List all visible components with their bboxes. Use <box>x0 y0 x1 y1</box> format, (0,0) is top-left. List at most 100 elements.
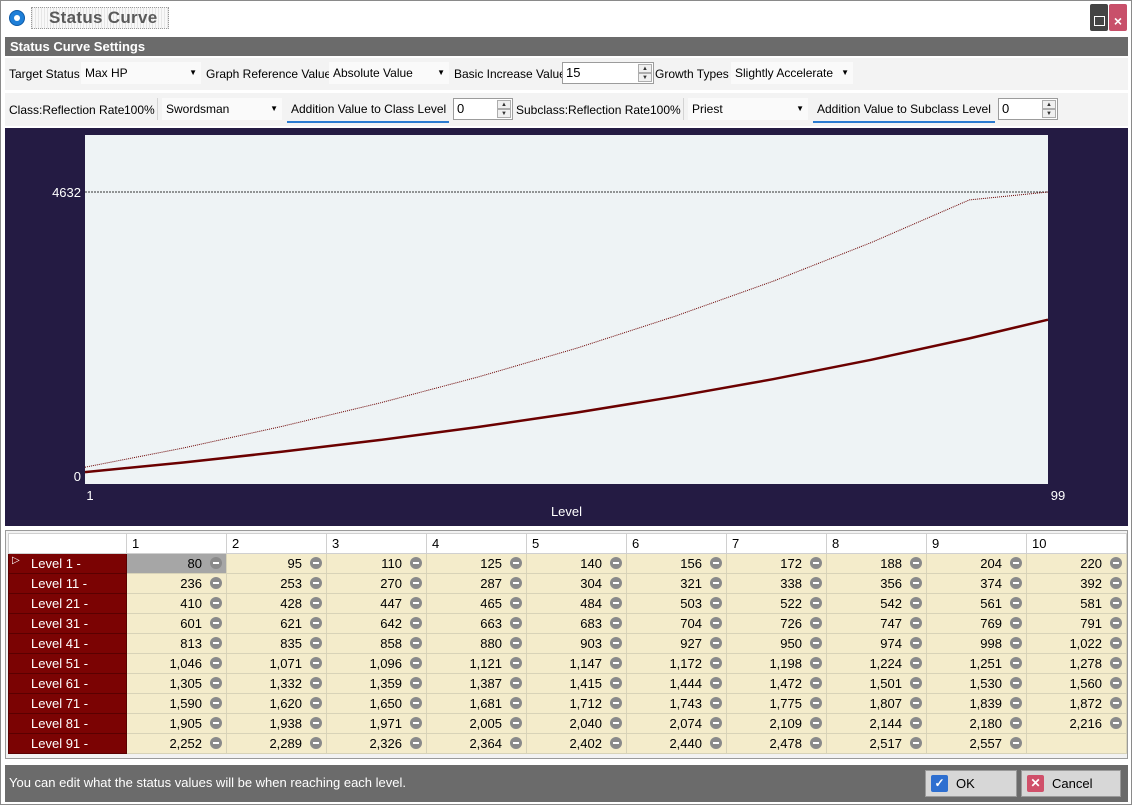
minus-icon[interactable] <box>710 677 722 689</box>
table-cell[interactable]: 858 <box>326 633 427 654</box>
row-header[interactable]: Level 21 - <box>8 593 127 614</box>
minus-icon[interactable] <box>510 657 522 669</box>
maximize-button[interactable] <box>1090 4 1108 31</box>
minus-icon[interactable] <box>210 657 222 669</box>
table-cell[interactable]: 1,198 <box>726 653 827 674</box>
table-cell[interactable]: 95 <box>226 553 327 574</box>
basic-increase-stepper[interactable]: 15 ▲ ▼ <box>562 62 654 84</box>
close-button[interactable]: × <box>1109 4 1127 31</box>
table-cell[interactable]: 704 <box>626 613 727 634</box>
table-cell[interactable]: 2,289 <box>226 733 327 754</box>
table-cell[interactable]: 1,560 <box>1026 673 1127 694</box>
table-cell[interactable]: 1,905 <box>126 713 227 734</box>
table-cell[interactable]: 410 <box>126 593 227 614</box>
minus-icon[interactable] <box>910 557 922 569</box>
minus-icon[interactable] <box>510 557 522 569</box>
class-addition-stepper[interactable]: 0 ▲ ▼ <box>453 98 513 120</box>
table-cell[interactable]: 1,775 <box>726 693 827 714</box>
minus-icon[interactable] <box>910 697 922 709</box>
minus-icon[interactable] <box>1010 617 1022 629</box>
table-cell[interactable]: 1,096 <box>326 653 427 674</box>
table-cell[interactable]: 374 <box>926 573 1027 594</box>
table-cell[interactable]: 1,415 <box>526 673 627 694</box>
table-cell[interactable]: 220 <box>1026 553 1127 574</box>
class-addition-label[interactable]: Addition Value to Class Level <box>287 95 449 123</box>
table-cell[interactable]: 1,121 <box>426 653 527 674</box>
table-cell[interactable]: 236 <box>126 573 227 594</box>
minus-icon[interactable] <box>910 717 922 729</box>
row-header[interactable]: Level 61 - <box>8 673 127 694</box>
table-cell[interactable]: 880 <box>426 633 527 654</box>
subclass-addition-stepper[interactable]: 0 ▲ ▼ <box>998 98 1058 120</box>
table-cell[interactable]: 2,216 <box>1026 713 1127 734</box>
minus-icon[interactable] <box>310 677 322 689</box>
minus-icon[interactable] <box>1010 697 1022 709</box>
minus-icon[interactable] <box>910 657 922 669</box>
minus-icon[interactable] <box>610 737 622 749</box>
row-header[interactable]: Level 81 - <box>8 713 127 734</box>
minus-icon[interactable] <box>610 677 622 689</box>
minus-icon[interactable] <box>710 617 722 629</box>
minus-icon[interactable] <box>710 577 722 589</box>
table-cell[interactable]: 663 <box>426 613 527 634</box>
minus-icon[interactable] <box>1110 577 1122 589</box>
minus-icon[interactable] <box>610 697 622 709</box>
table-cell[interactable]: 484 <box>526 593 627 614</box>
table-cell[interactable]: 172 <box>726 553 827 574</box>
table-cell[interactable]: 1,839 <box>926 693 1027 714</box>
minus-icon[interactable] <box>810 577 822 589</box>
minus-icon[interactable] <box>210 577 222 589</box>
minus-icon[interactable] <box>510 697 522 709</box>
minus-icon[interactable] <box>710 557 722 569</box>
minus-icon[interactable] <box>1110 657 1122 669</box>
minus-icon[interactable] <box>510 677 522 689</box>
table-cell[interactable]: 2,074 <box>626 713 727 734</box>
stepper-up-icon[interactable]: ▲ <box>1042 100 1056 109</box>
table-cell[interactable]: 903 <box>526 633 627 654</box>
table-cell[interactable]: 1,712 <box>526 693 627 714</box>
minus-icon[interactable] <box>410 697 422 709</box>
table-cell[interactable]: 156 <box>626 553 727 574</box>
table-cell[interactable]: 1,071 <box>226 653 327 674</box>
minus-icon[interactable] <box>410 597 422 609</box>
minus-icon[interactable] <box>410 657 422 669</box>
minus-icon[interactable] <box>210 617 222 629</box>
table-cell[interactable]: 1,022 <box>1026 633 1127 654</box>
table-cell[interactable]: 927 <box>626 633 727 654</box>
stepper-up-icon[interactable]: ▲ <box>638 64 652 73</box>
minus-icon[interactable] <box>810 737 822 749</box>
minus-icon[interactable] <box>310 657 322 669</box>
table-cell[interactable]: 522 <box>726 593 827 614</box>
minus-icon[interactable] <box>410 557 422 569</box>
table-cell[interactable]: 950 <box>726 633 827 654</box>
table-cell[interactable]: 581 <box>1026 593 1127 614</box>
minus-icon[interactable] <box>210 677 222 689</box>
minus-icon[interactable] <box>1110 597 1122 609</box>
minus-icon[interactable] <box>1010 717 1022 729</box>
table-cell[interactable]: 1,743 <box>626 693 727 714</box>
table-cell[interactable]: 1,251 <box>926 653 1027 674</box>
table-cell[interactable]: 1,387 <box>426 673 527 694</box>
ok-button[interactable]: ✓ OK <box>925 770 1017 797</box>
minus-icon[interactable] <box>410 677 422 689</box>
minus-icon[interactable] <box>910 677 922 689</box>
table-cell[interactable]: 1,807 <box>826 693 927 714</box>
minus-icon[interactable] <box>810 617 822 629</box>
minus-icon[interactable] <box>510 617 522 629</box>
minus-icon[interactable] <box>610 717 622 729</box>
minus-icon[interactable] <box>1010 577 1022 589</box>
minus-icon[interactable] <box>510 577 522 589</box>
table-cell[interactable]: 1,332 <box>226 673 327 694</box>
row-header[interactable]: Level 1 - <box>8 553 127 574</box>
table-cell[interactable]: 1,590 <box>126 693 227 714</box>
minus-icon[interactable] <box>310 697 322 709</box>
minus-icon[interactable] <box>610 597 622 609</box>
table-cell[interactable]: 1,172 <box>626 653 727 674</box>
table-cell[interactable]: 1,971 <box>326 713 427 734</box>
table-cell[interactable]: 392 <box>1026 573 1127 594</box>
minus-icon[interactable] <box>310 737 322 749</box>
table-cell[interactable]: 287 <box>426 573 527 594</box>
table-cell[interactable]: 1,620 <box>226 693 327 714</box>
minus-icon[interactable] <box>910 577 922 589</box>
row-header[interactable]: Level 51 - <box>8 653 127 674</box>
